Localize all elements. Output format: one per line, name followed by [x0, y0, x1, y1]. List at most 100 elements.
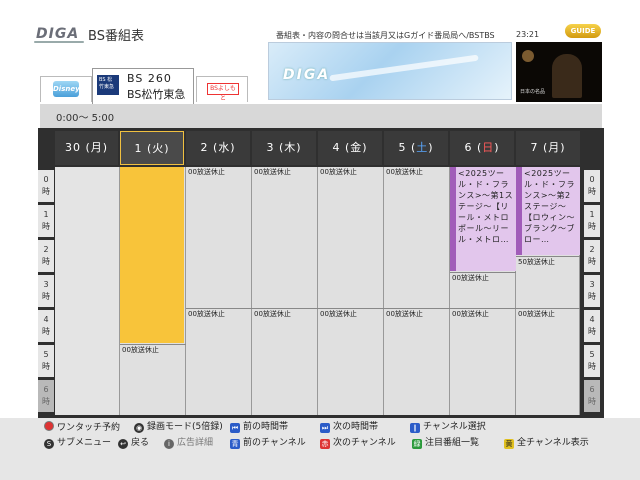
- day-date: 7: [530, 141, 539, 154]
- notice-text: 番組表・内容の問合せは当該月又はGガイド番局局へ/BSTBS: [276, 31, 495, 40]
- hour-label-right-4: 4時: [584, 310, 600, 342]
- channel-tab-disney[interactable]: Disney: [40, 76, 92, 102]
- program-entry[interactable]: 00放送休止: [319, 310, 357, 319]
- preview-subtitle: 日本の名品: [520, 89, 546, 95]
- channel-tab-yoshimoto[interactable]: BSよしもと: [196, 76, 248, 102]
- program-entry[interactable]: 00放送休止: [385, 168, 423, 177]
- program-entry[interactable]: 00放送休止: [121, 346, 159, 355]
- channel-name: BS松竹東急: [127, 88, 186, 101]
- hour-label-2: 2時: [38, 240, 54, 272]
- red-circle-icon: [44, 421, 54, 431]
- day-dow: 火: [152, 142, 165, 155]
- time-range-label: 0:00～ 5:00: [56, 113, 115, 124]
- hour-label-right-1: 1時: [584, 205, 600, 237]
- ad-banner[interactable]: DIGA: [268, 42, 512, 100]
- green-button-icon: 緑: [412, 439, 422, 449]
- preview-lamp: [522, 50, 534, 62]
- footer-submenu[interactable]: S サブメニュー: [44, 437, 111, 449]
- video-preview: 日本の名品: [516, 42, 602, 102]
- yellow-button-icon: 黄: [504, 439, 514, 449]
- blue-button-icon: 青: [230, 439, 240, 449]
- program-entry[interactable]: 00放送休止: [451, 310, 489, 319]
- day-header-6[interactable]: 6 (日): [450, 131, 514, 165]
- day-date: 4: [332, 141, 341, 154]
- footer-next-channel[interactable]: 赤次のチャンネル: [320, 437, 396, 449]
- disney-logo: Disney: [53, 81, 80, 97]
- footer-prev-channel[interactable]: 青前のチャンネル: [230, 437, 306, 449]
- clock: 23:21: [516, 30, 540, 39]
- footer-back[interactable]: ↩ 戻る: [118, 437, 149, 449]
- time-range-bar: [40, 104, 602, 128]
- footer-prev-time[interactable]: ⏮ 前の時間帯: [230, 421, 288, 433]
- day-header-2[interactable]: 2 (水): [186, 131, 250, 165]
- hour-label-right-5: 5時: [584, 345, 600, 377]
- program-divider: [120, 344, 186, 345]
- footer-all-channels[interactable]: 黄全チャンネル表示: [504, 437, 589, 449]
- day-header-5[interactable]: 5 (土): [384, 131, 448, 165]
- program-special-tour-de-france-stage2[interactable]: <2025ツール・ド・フランス>～第2ステージ～【ロウィン～ブランク～ブロー…: [516, 167, 580, 255]
- day-date: 2: [200, 141, 209, 154]
- rewind-icon: ⏮: [230, 423, 240, 433]
- day-dow: 月: [90, 141, 103, 154]
- day-header-1[interactable]: 1 (火): [120, 131, 184, 165]
- hour-label-right-2: 2時: [584, 240, 600, 272]
- program-entry[interactable]: 00放送休止: [187, 310, 225, 319]
- hour-label-3: 3時: [38, 275, 54, 307]
- day-header-7[interactable]: 7 (月): [516, 131, 580, 165]
- day-header-30[interactable]: 30 (月): [55, 131, 118, 165]
- day-dow: 金: [350, 141, 363, 154]
- day-date: 1: [134, 142, 143, 155]
- program-entry[interactable]: 00放送休止: [253, 310, 291, 319]
- ad-streak: [329, 54, 479, 82]
- footer-next-time[interactable]: ⏭ 次の時間帯: [320, 421, 378, 433]
- program-entry[interactable]: 00放送休止: [187, 168, 225, 177]
- info-icon: i: [164, 439, 174, 449]
- footer-record-mode[interactable]: ◉ 録画モード(5倍録): [134, 421, 223, 433]
- footer-one-touch-record[interactable]: ワンタッチ予約: [44, 421, 120, 433]
- hour-label-5: 5時: [38, 345, 54, 377]
- program-entry[interactable]: 00放送休止: [385, 310, 423, 319]
- day-dow: 月: [548, 141, 561, 154]
- day-column-2[interactable]: [186, 167, 252, 415]
- day-column-5[interactable]: [384, 167, 450, 415]
- day-dow: 木: [284, 141, 297, 154]
- day-header-4[interactable]: 4 (金): [318, 131, 382, 165]
- yoshimoto-logo: BSよしもと: [207, 83, 239, 102]
- day-column-30[interactable]: [55, 167, 120, 415]
- selected-program-block[interactable]: [120, 167, 184, 343]
- hour-label-0: 0時: [38, 170, 54, 202]
- program-divider: [186, 308, 450, 309]
- bs-shochiku-logo: BS 松竹東急: [97, 75, 119, 95]
- footer-ad-detail[interactable]: i 広告詳細: [164, 437, 213, 449]
- hour-label-4: 4時: [38, 310, 54, 342]
- channel-tab-active[interactable]: BS 松竹東急 BS 260 BS松竹東急: [92, 68, 194, 104]
- program-entry[interactable]: 00放送休止: [319, 168, 357, 177]
- program-special-tour-de-france-stage1[interactable]: <2025ツール・ド・フランス>～第1ステージ～【リール・メトロポール～リール・…: [450, 167, 516, 271]
- footer-channel-select[interactable]: ∥ チャンネル選択: [410, 421, 486, 433]
- program-divider: [516, 308, 580, 309]
- hour-label-right-6: 6時: [584, 380, 600, 412]
- channel-number: BS 260: [127, 72, 172, 85]
- day-column-4[interactable]: [318, 167, 384, 415]
- program-divider: [516, 256, 580, 257]
- day-column-3[interactable]: [252, 167, 318, 415]
- day-dow-saturday: 土: [416, 141, 429, 154]
- program-entry[interactable]: 00放送休止: [253, 168, 291, 177]
- submenu-icon: S: [44, 439, 54, 449]
- preview-figure: [552, 54, 582, 98]
- hour-label-right-3: 3時: [584, 275, 600, 307]
- hour-label-6: 6時: [38, 380, 54, 412]
- pause-icon: ∥: [410, 423, 420, 433]
- day-dow-sunday: 日: [482, 141, 495, 154]
- footer-featured-list[interactable]: 緑注目番組一覧: [412, 437, 479, 449]
- program-entry[interactable]: 50放送休止: [517, 258, 555, 267]
- day-date: 30: [64, 141, 81, 154]
- day-header-3[interactable]: 3 (木): [252, 131, 316, 165]
- day-dow: 水: [218, 141, 231, 154]
- fast-forward-icon: ⏭: [320, 423, 330, 433]
- page-title: BS番組表: [88, 29, 144, 44]
- program-entry[interactable]: 00放送休止: [517, 310, 555, 319]
- program-entry[interactable]: 00放送休止: [451, 274, 489, 283]
- program-divider: [450, 308, 516, 309]
- hour-label-right-0: 0時: [584, 170, 600, 202]
